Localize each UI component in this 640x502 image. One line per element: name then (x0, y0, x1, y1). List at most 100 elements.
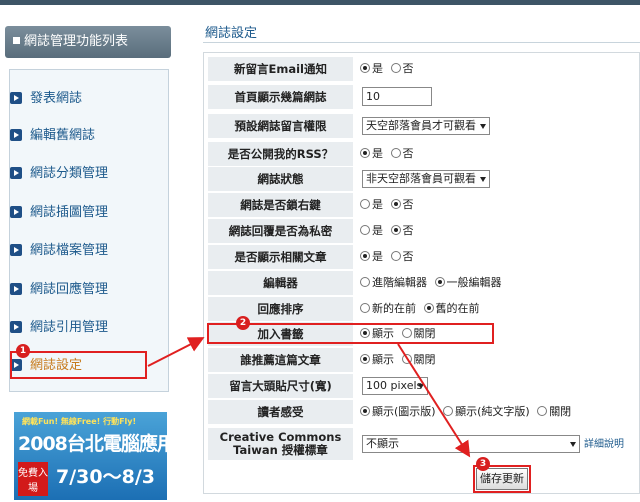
title-divider (203, 42, 640, 43)
option-label: 顯示(純文字版) (455, 405, 530, 418)
option-label: 否 (402, 224, 414, 237)
radio-off[interactable] (537, 406, 548, 416)
option-label: 是 (372, 224, 383, 237)
row-label-rss: 是否公開我的RSS？ (208, 142, 353, 166)
radio-newest-first[interactable] (360, 303, 370, 313)
arrow-bullet-icon (10, 167, 22, 179)
chevron-down-icon (418, 384, 424, 389)
step-badge-2: 2 (236, 316, 250, 330)
bookmarks-highlight-box (207, 323, 494, 344)
radio-no[interactable] (390, 148, 401, 158)
row-label-reader-feelings: 讀者感受 (208, 400, 353, 424)
step-badge-1: 1 (16, 344, 30, 358)
cc-license-select[interactable]: 不顯示 (362, 435, 580, 453)
row-value-reader-feelings: 顯示(圖示版) 顯示(純文字版) 關閉 (356, 400, 636, 424)
option-label: 關閉 (549, 405, 572, 418)
radio-oldest-first[interactable] (423, 303, 434, 313)
chevron-down-icon (480, 177, 486, 182)
row-value-cc-license: 不顯示 詳細說明 (356, 432, 636, 456)
option-label: 是 (372, 147, 383, 160)
settings-highlight-box (10, 351, 147, 379)
option-label: 進階編輯器 (372, 276, 427, 289)
sidebar-item-label: 網誌檔案管理 (30, 243, 109, 258)
arrow-bullet-icon (10, 92, 22, 104)
banner-year: 2008 (18, 433, 68, 455)
row-label-reply-order: 回應排序 (208, 297, 353, 321)
row-label-recommenders: 誰推薦這篇文章 (208, 348, 353, 372)
avatar-size-select[interactable]: 100 pixels (362, 377, 428, 395)
sidebar-item-comments[interactable]: 網誌回應管理 (10, 275, 150, 305)
chevron-down-icon (570, 442, 576, 447)
radio-yes[interactable] (360, 199, 370, 209)
row-value-avatar-size: 100 pixels (356, 374, 636, 398)
comment-permission-select[interactable]: 天空部落會員才可觀看 (362, 117, 490, 135)
option-label: 舊的在前 (435, 302, 480, 315)
blog-status-select[interactable]: 非天空部落會員可觀看 (362, 170, 490, 188)
sidebar-item-categories[interactable]: 網誌分類管理 (10, 159, 150, 189)
posts-count-input[interactable]: 10 (362, 87, 432, 106)
option-label: 是 (372, 62, 383, 75)
sidebar-item-label: 網誌回應管理 (30, 282, 109, 297)
radio-yes[interactable] (360, 251, 370, 261)
save-button[interactable]: 儲存更新 (476, 468, 528, 490)
row-value-related-posts: 是 否 (356, 245, 636, 269)
sidebar-header: 網誌管理功能列表 (5, 26, 171, 58)
option-label: 關閉 (413, 353, 436, 366)
expo-banner[interactable]: 網載Fun! 無線Free! 行動Fly! 2008台北電腦應用展 免費入場 7… (14, 412, 167, 500)
radio-basic-editor[interactable] (434, 277, 445, 287)
radio-no[interactable] (390, 251, 401, 261)
row-value-email-notify: 是 否 (356, 57, 636, 81)
option-label: 一般編輯器 (446, 276, 502, 289)
select-value: 天空部落會員才可觀看 (366, 119, 476, 132)
row-value-reply-order: 新的在前 舊的在前 (356, 297, 636, 321)
sidebar-item-images[interactable]: 網誌插圖管理 (10, 198, 150, 228)
sidebar-item-label: 發表網誌 (30, 91, 83, 106)
radio-advanced-editor[interactable] (360, 277, 370, 287)
sidebar-item-label: 網誌插圖管理 (30, 205, 109, 220)
row-label-comment-permission: 預設網誌留言權限 (208, 114, 353, 138)
option-label: 顯示 (372, 353, 394, 366)
row-value-lock-right-click: 是 否 (356, 193, 636, 217)
option-label: 是 (372, 250, 383, 263)
radio-show[interactable] (360, 354, 370, 364)
banner-heading: 2008台北電腦應用展 (18, 429, 167, 456)
sidebar-item-label: 編輯舊網誌 (30, 128, 96, 143)
banner-dates: 7/30～8/3 (56, 466, 155, 488)
select-value: 不顯示 (366, 437, 399, 450)
radio-yes[interactable] (360, 148, 370, 158)
option-label: 否 (402, 250, 414, 263)
row-label-avatar-size: 留言大頭貼尺寸(寬) (208, 374, 353, 398)
row-label-blog-status: 網誌狀態 (208, 167, 353, 191)
banner-tagline: 網載Fun! 無線Free! 行動Fly! (22, 417, 137, 426)
row-label-editor: 編輯器 (208, 271, 353, 295)
radio-yes[interactable] (360, 63, 370, 73)
row-value-recommenders: 顯示 關閉 (356, 348, 636, 372)
option-label: 否 (402, 198, 414, 211)
radio-show-icons[interactable] (360, 406, 370, 416)
sidebar-item-edit-old[interactable]: 編輯舊網誌 (10, 121, 150, 151)
arrow-bullet-icon (10, 244, 22, 256)
radio-show-text[interactable] (443, 406, 454, 416)
option-label: 顯示(圖示版) (372, 405, 436, 418)
row-value-posts-count: 10 (356, 85, 636, 109)
details-link[interactable]: 詳細說明 (584, 433, 624, 457)
cc-label-line2: Taiwan 授權標章 (233, 443, 328, 457)
page: 網誌管理功能列表 發表網誌 編輯舊網誌 網誌分類管理 網誌插圖管理 網誌檔案管理… (0, 0, 640, 502)
sidebar-item-post[interactable]: 發表網誌 (10, 84, 150, 114)
row-value-rss: 是 否 (356, 142, 636, 166)
sidebar-item-files[interactable]: 網誌檔案管理 (10, 236, 150, 266)
banner-free-tag: 免費入場 (18, 462, 48, 496)
radio-hide[interactable] (401, 354, 412, 364)
radio-yes[interactable] (360, 225, 370, 235)
top-bar (0, 0, 640, 5)
square-bullet-icon (13, 37, 20, 44)
radio-no[interactable] (390, 225, 401, 235)
sidebar-title: 網誌管理功能列表 (24, 34, 129, 49)
sidebar-item-trackbacks[interactable]: 網誌引用管理 (10, 313, 150, 343)
row-value-comment-permission: 天空部落會員才可觀看 (356, 114, 636, 138)
row-label-related-posts: 是否顯示相關文章 (208, 245, 353, 269)
radio-no[interactable] (390, 63, 401, 73)
row-label-email-notify: 新留言Email通知 (208, 57, 353, 81)
row-value-private-replies: 是 否 (356, 219, 636, 243)
radio-no[interactable] (390, 199, 401, 209)
